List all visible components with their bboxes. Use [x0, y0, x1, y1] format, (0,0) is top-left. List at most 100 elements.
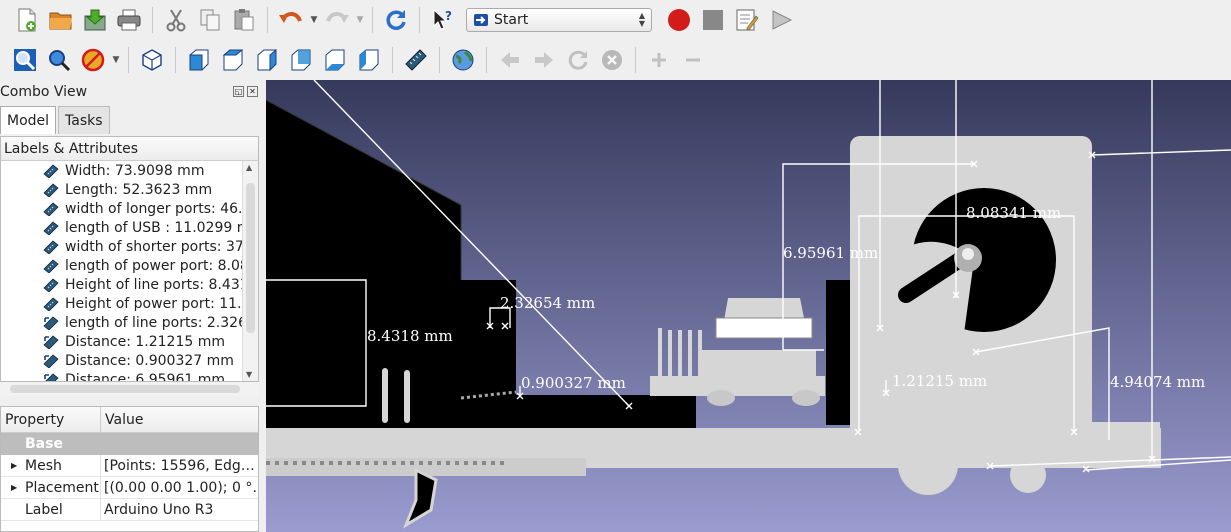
3d-viewport[interactable]: 2.32654 mm 8.4318 mm 0.900327 mm 6.95961… — [266, 80, 1231, 532]
property-row-placement[interactable]: ▶ Placement [(0.00 0.00 1.00); 0 °… — [1, 477, 258, 499]
foot — [792, 390, 820, 406]
run-macro-button[interactable] — [764, 4, 798, 36]
tree-item[interactable]: Height of power port: 11.9 — [1, 294, 258, 313]
whats-this-button[interactable]: ? — [426, 4, 460, 36]
new-document-button[interactable] — [10, 4, 44, 36]
scrollbar-thumb[interactable] — [10, 385, 240, 393]
measure-distance-button[interactable] — [399, 44, 433, 76]
foot — [707, 390, 735, 406]
expand-arrow-icon[interactable]: ▶ — [11, 461, 17, 470]
tree-item[interactable]: Width: 73.9098 mm — [1, 161, 258, 180]
crystal-body — [715, 317, 813, 339]
record-macro-button[interactable] — [662, 4, 696, 36]
refresh-icon — [386, 10, 406, 30]
tree-item[interactable]: Height of line ports: 8.431 — [1, 275, 258, 294]
print-button[interactable] — [112, 4, 146, 36]
cube-rear-icon — [291, 49, 311, 71]
web-browser-button[interactable] — [446, 44, 480, 76]
reload-button[interactable] — [561, 44, 595, 76]
property-row-label[interactable]: Label Arduino Uno R3 — [1, 499, 258, 521]
copy-button[interactable] — [193, 4, 227, 36]
toolbar-separator — [486, 47, 487, 73]
tree-item[interactable]: length of line ports: 2.3265 — [1, 313, 258, 332]
tree-horizontal-scrollbar[interactable] — [0, 382, 259, 396]
tree-item-label: Distance: 6.95961 mm — [65, 371, 226, 382]
tree-item[interactable]: Distance: 6.95961 mm — [1, 370, 258, 382]
arrow-right-nav-icon — [535, 52, 553, 68]
fit-selection-button[interactable] — [42, 44, 76, 76]
combo-view-title: Combo View — [0, 84, 88, 100]
property-row-mesh[interactable]: ▶ Mesh [Points: 15596, Edg… — [1, 455, 258, 477]
draw-style-dropdown[interactable]: ▼ — [110, 55, 122, 65]
property-group-base[interactable]: Base — [1, 433, 258, 455]
fit-all-button[interactable] — [8, 44, 42, 76]
port-slot — [382, 368, 388, 423]
tree-item[interactable]: Distance: 0.900327 mm — [1, 351, 258, 370]
undo-button[interactable] — [274, 4, 308, 36]
float-panel-button[interactable]: ◱ — [233, 86, 244, 97]
measure-length-icon — [43, 163, 59, 178]
stop-loading-button[interactable] — [595, 44, 629, 76]
workbench-selector[interactable]: Start ▲ ▼ — [466, 8, 652, 32]
tree-item[interactable]: Length: 52.3623 mm — [1, 180, 258, 199]
scroll-up-icon[interactable]: ▲ — [246, 163, 252, 172]
scrollbar-thumb[interactable] — [246, 183, 255, 333]
zoom-out-button[interactable] — [676, 44, 710, 76]
redo-button[interactable] — [320, 4, 354, 36]
back-button[interactable] — [493, 44, 527, 76]
open-button[interactable] — [44, 4, 78, 36]
draw-style-button[interactable] — [76, 44, 110, 76]
tree-item[interactable]: length of USB : 11.0299 m — [1, 218, 258, 237]
arrow-right-icon — [474, 14, 488, 26]
tree-item-label: Distance: 1.21215 mm — [65, 333, 226, 350]
property-value[interactable]: [Points: 15596, Edg… — [101, 458, 256, 474]
measure-length-icon — [43, 220, 59, 235]
tree-item[interactable]: width of longer ports: 46.2 — [1, 199, 258, 218]
expand-arrow-icon[interactable]: ▶ — [11, 483, 17, 492]
view-right-button[interactable] — [250, 44, 284, 76]
tree-item[interactable]: width of shorter ports: 37. — [1, 237, 258, 256]
save-button[interactable] — [78, 4, 112, 36]
svg-text:?: ? — [445, 9, 452, 23]
folder-open-icon — [49, 12, 72, 30]
redo-dropdown[interactable]: ▼ — [354, 15, 366, 25]
view-top-button[interactable] — [216, 44, 250, 76]
close-panel-button[interactable]: ✕ — [247, 86, 258, 97]
toolbar-separator — [439, 47, 440, 73]
view-front-button[interactable] — [182, 44, 216, 76]
cube-right-icon — [257, 48, 277, 72]
3d-scene[interactable]: 2.32654 mm 8.4318 mm 0.900327 mm 6.95961… — [266, 80, 1231, 532]
toolbar-separator — [635, 47, 636, 73]
undo-dropdown[interactable]: ▼ — [308, 15, 320, 25]
view-bottom-button[interactable] — [318, 44, 352, 76]
view-rear-button[interactable] — [284, 44, 318, 76]
zoom-in-button[interactable] — [642, 44, 676, 76]
tree-item[interactable]: length of power port: 8.08 — [1, 256, 258, 275]
tab-model[interactable]: Model — [0, 106, 57, 134]
ruler-icon — [405, 49, 427, 71]
paste-button[interactable] — [227, 4, 261, 36]
property-value[interactable]: Arduino Uno R3 — [101, 502, 256, 518]
property-key: Label — [25, 501, 63, 518]
property-value[interactable]: [(0.00 0.00 1.00); 0 °… — [101, 480, 256, 496]
scroll-down-icon[interactable]: ▼ — [246, 370, 252, 379]
property-header: Property Value — [1, 407, 258, 433]
measure-length-icon — [43, 182, 59, 197]
view-isometric-button[interactable] — [135, 44, 169, 76]
view-left-button[interactable] — [352, 44, 386, 76]
dock-buttons: ◱ ✕ — [233, 86, 258, 97]
tree-vertical-scrollbar[interactable]: ▲ ▼ — [242, 161, 258, 381]
tab-tasks[interactable]: Tasks — [58, 106, 110, 134]
stop-macro-button[interactable] — [696, 4, 730, 36]
edit-macro-button[interactable] — [730, 4, 764, 36]
forward-button[interactable] — [527, 44, 561, 76]
model-tree[interactable]: Labels & Attributes Width: 73.9098 mm Len… — [0, 136, 259, 382]
cut-button[interactable] — [159, 4, 193, 36]
tree-item[interactable]: Distance: 1.21215 mm — [1, 332, 258, 351]
refresh-button[interactable] — [379, 4, 413, 36]
fit-all-icon — [14, 49, 36, 71]
main-toolbar: ▼ ▼ ? Start ▲ ▼ — [0, 0, 1231, 40]
property-key: Placement — [25, 479, 99, 496]
view-toolbar: ▼ — [0, 40, 1231, 80]
save-icon — [84, 9, 106, 31]
